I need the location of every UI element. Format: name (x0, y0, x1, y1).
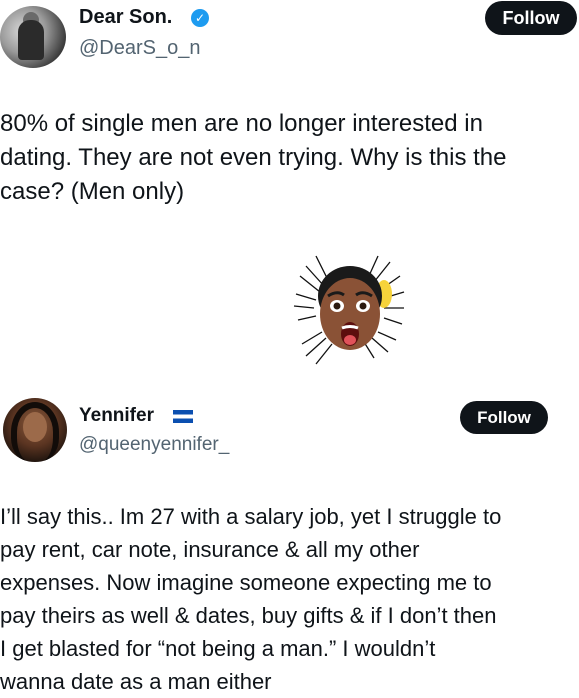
avatar[interactable] (0, 6, 66, 68)
follow-button[interactable]: Follow (460, 401, 548, 434)
author-handle[interactable]: @DearS_o_n (79, 37, 200, 60)
avatar[interactable] (3, 398, 67, 462)
honduras-flag-icon (173, 410, 193, 423)
follow-button[interactable]: Follow (485, 1, 577, 35)
author-name[interactable]: Dear Son. (79, 6, 172, 29)
avatar-face-shape (23, 412, 47, 442)
avatar-figure-shape (18, 20, 44, 60)
author-name[interactable]: Yennifer (79, 405, 154, 427)
tweet-text: 80% of single men are no longer interest… (0, 110, 507, 205)
shocked-face-emoji-icon (288, 248, 408, 372)
author-handle[interactable]: @queenyennifer_ (79, 434, 229, 456)
reply-text: I’ll say this.. Im 27 with a salary job,… (0, 504, 502, 694)
verified-badge-icon: ✓ (191, 9, 209, 27)
